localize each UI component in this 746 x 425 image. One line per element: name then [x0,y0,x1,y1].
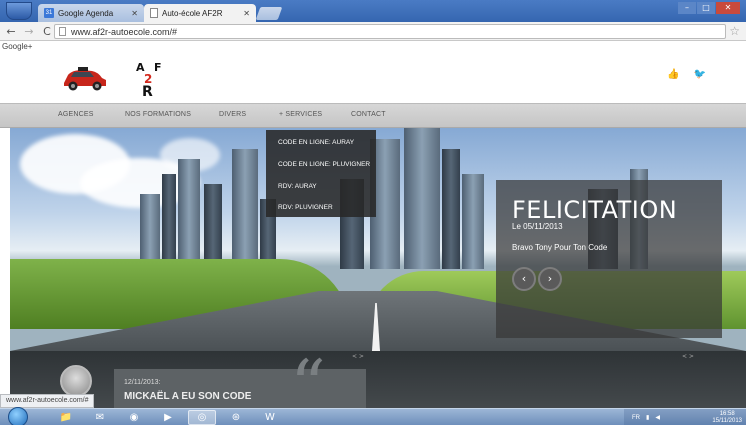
network-status-icon[interactable]: ▮ [646,414,649,421]
window-controls: – □ ✕ [678,2,740,14]
word-icon[interactable]: W [256,410,284,425]
svg-text:R: R [142,84,153,97]
page-icon [150,8,158,18]
slide-text: Bravo Tony Pour Ton Code [512,243,608,252]
nav-contact[interactable]: CONTACT [351,111,386,118]
network-icon[interactable]: ⊛ [222,410,250,425]
maximize-button[interactable]: □ [697,2,715,14]
news-title: MICKAËL A EU SON CODE [124,391,252,402]
bookmark-star-icon[interactable]: ☆ [729,24,740,38]
clock[interactable]: 16:58 15/11/2013 [712,411,742,425]
back-arrow-icon[interactable]: ← [4,25,18,38]
address-bar[interactable]: www.af2r-autoecole.com/# [54,24,726,39]
clock-time: 16:58 [719,410,735,417]
services-dropdown-menu: CODE EN LIGNE: AURAY CODE EN LIGNE: PLUV… [266,130,376,217]
nav-agences[interactable]: AGENCES [58,111,94,118]
prev-slide-button[interactable]: ‹ [512,267,536,291]
calendar-icon: 31 [44,8,54,18]
quote-icon: “ [290,345,326,408]
twitter-icon[interactable]: 🐦 [694,69,706,80]
firefox-icon[interactable]: ◉ [120,410,148,425]
news-card[interactable]: 12/11/2013: MICKAËL A EU SON CODE [114,369,366,408]
volume-icon[interactable]: ◀ [655,414,660,421]
like-icon[interactable]: 👍 [667,69,679,80]
slide-date: Le 05/11/2013 [512,222,563,231]
next-slide-button[interactable]: › [538,267,562,291]
menu-item-code-auray[interactable]: CODE EN LIGNE: AURAY [278,139,354,146]
chrome-icon[interactable]: ◎ [188,410,216,425]
tab-auto-ecole[interactable]: Auto-école AF2R ✕ [144,4,256,22]
slide-title: FELICITATION [512,196,678,224]
news-pager-right[interactable]: < > [682,353,694,360]
browser-tab-bar: 31 Google Agenda ✕ Auto-école AF2R ✕ – □… [0,0,746,22]
url-text: www.af2r-autoecole.com/# [71,26,178,37]
tab-title: Google Agenda [58,8,114,18]
browser-toolbar: ← → C www.af2r-autoecole.com/# ☆ [0,22,746,41]
nav-divers[interactable]: DIVERS [219,111,246,118]
language-indicator[interactable]: FR [632,415,640,421]
explorer-icon[interactable]: 📁 [52,410,80,425]
status-bar: www.af2r-autoecole.com/# [0,394,95,408]
windows-taskbar: 📁 ✉ ◉ ▶ ◎ ⊛ W FR ▮ ◀ 16:58 15/11/2013 [0,407,746,425]
news-date: 12/11/2013: [124,379,161,386]
clock-date: 15/11/2013 [712,417,742,424]
close-icon[interactable]: ✕ [131,9,138,18]
google-plus-link[interactable]: Google+ [2,42,32,51]
new-tab-button[interactable] [255,7,283,20]
close-window-button[interactable]: ✕ [716,2,740,14]
menu-item-code-pluvigner[interactable]: CODE EN LIGNE: PLUVIGNER [278,161,370,168]
page-icon [59,27,66,36]
af2r-logo[interactable]: A F 2 R [134,59,170,97]
close-icon[interactable]: ✕ [243,9,250,18]
outlook-icon[interactable]: ✉ [86,410,114,425]
menu-item-rdv-auray[interactable]: RDV: AURAY [278,183,317,190]
main-navigation: AGENCES NOS FORMATIONS DIVERS + SERVICES… [0,103,746,128]
car-logo-icon[interactable] [60,65,108,93]
svg-text:F: F [154,61,162,74]
news-section: < > < > 12/11/2013: MICKAËL A EU SON COD… [10,351,746,408]
web-page: Google+ A F 2 R 👍 🐦 AGENCES NOS FORMATIO… [0,41,746,408]
site-header: Google+ A F 2 R 👍 🐦 [0,41,746,103]
nav-nos-formations[interactable]: NOS FORMATIONS [125,111,191,118]
browser-menu-orb[interactable] [6,2,32,20]
news-pager-left[interactable]: < > [352,353,364,360]
social-links: 👍 🐦 [667,69,706,80]
start-button[interactable] [8,407,28,425]
minimize-button[interactable]: – [678,2,696,14]
avatar [60,365,92,397]
reload-icon[interactable]: C [40,25,54,38]
system-tray: FR ▮ ◀ 16:58 15/11/2013 [624,409,746,425]
tab-google-agenda[interactable]: 31 Google Agenda ✕ [38,4,144,22]
forward-arrow-icon[interactable]: → [22,25,36,38]
nav-services[interactable]: + SERVICES [279,111,322,118]
slide-caption: FELICITATION Le 05/11/2013 Bravo Tony Po… [496,180,722,338]
menu-item-rdv-pluvigner[interactable]: RDV: PLUVIGNER [278,204,333,211]
tab-title: Auto-école AF2R [162,8,223,18]
media-player-icon[interactable]: ▶ [154,410,182,425]
